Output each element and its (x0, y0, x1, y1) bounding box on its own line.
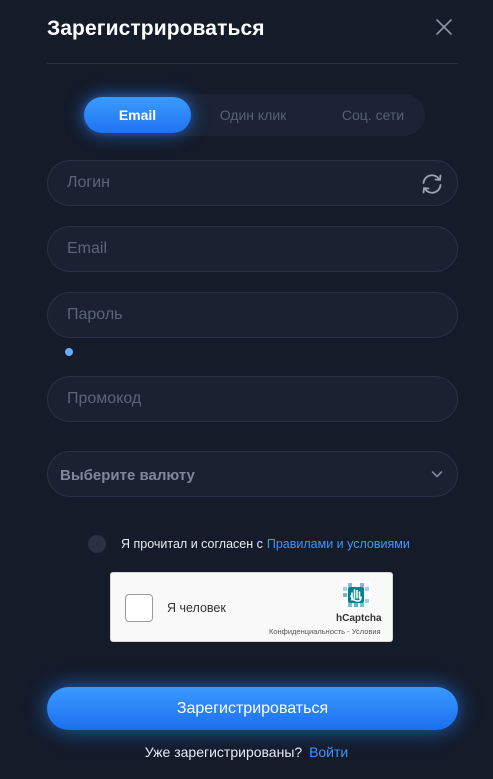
password-input[interactable] (48, 293, 457, 337)
tab-one-click[interactable]: Один клик (203, 97, 303, 133)
tab-social[interactable]: Соц. сети (321, 97, 425, 133)
register-button[interactable]: Зарегистрироваться (47, 687, 458, 730)
terms-link[interactable]: Правилами и условиями (267, 537, 410, 551)
hcaptcha-brand: hCaptcha (336, 613, 382, 624)
registration-method-tabs: Email Один клик Соц. сети (81, 94, 425, 136)
login-link[interactable]: Войти (309, 744, 348, 760)
promo-input[interactable] (48, 377, 457, 421)
hcaptcha-logo-icon (341, 581, 371, 609)
captcha-label: Я человек (167, 601, 226, 615)
hcaptcha-links[interactable]: Конфиденциальность - Условия (269, 627, 381, 636)
terms-agreement: Я прочитал и согласен с Правилами и усло… (88, 535, 410, 553)
close-icon[interactable] (435, 18, 453, 36)
email-input[interactable] (48, 227, 457, 271)
chevron-down-icon (431, 469, 443, 479)
terms-checkbox[interactable] (88, 535, 106, 553)
login-prompt-text: Уже зарегистрированы? (144, 744, 303, 760)
terms-text: Я прочитал и согласен с (121, 537, 263, 551)
modal-header: Зарегистрироваться (47, 14, 458, 64)
password-field-wrapper (47, 292, 458, 338)
currency-select-label: Выберите валюту (60, 467, 195, 484)
password-strength-indicator (65, 348, 73, 356)
captcha-checkbox[interactable] (125, 594, 153, 622)
currency-select[interactable]: Выберите валюту (47, 451, 458, 497)
refresh-icon[interactable] (419, 172, 445, 196)
email-field-wrapper (47, 226, 458, 272)
login-prompt: Уже зарегистрированы? Войти (0, 744, 493, 760)
hcaptcha-widget: Я человек hCaptcha Конфиденциальность - … (110, 572, 393, 642)
page-title: Зарегистрироваться (47, 17, 265, 40)
tab-email[interactable]: Email (84, 97, 191, 133)
login-input[interactable] (48, 161, 457, 205)
promo-field-wrapper (47, 376, 458, 422)
login-field-wrapper (47, 160, 458, 206)
